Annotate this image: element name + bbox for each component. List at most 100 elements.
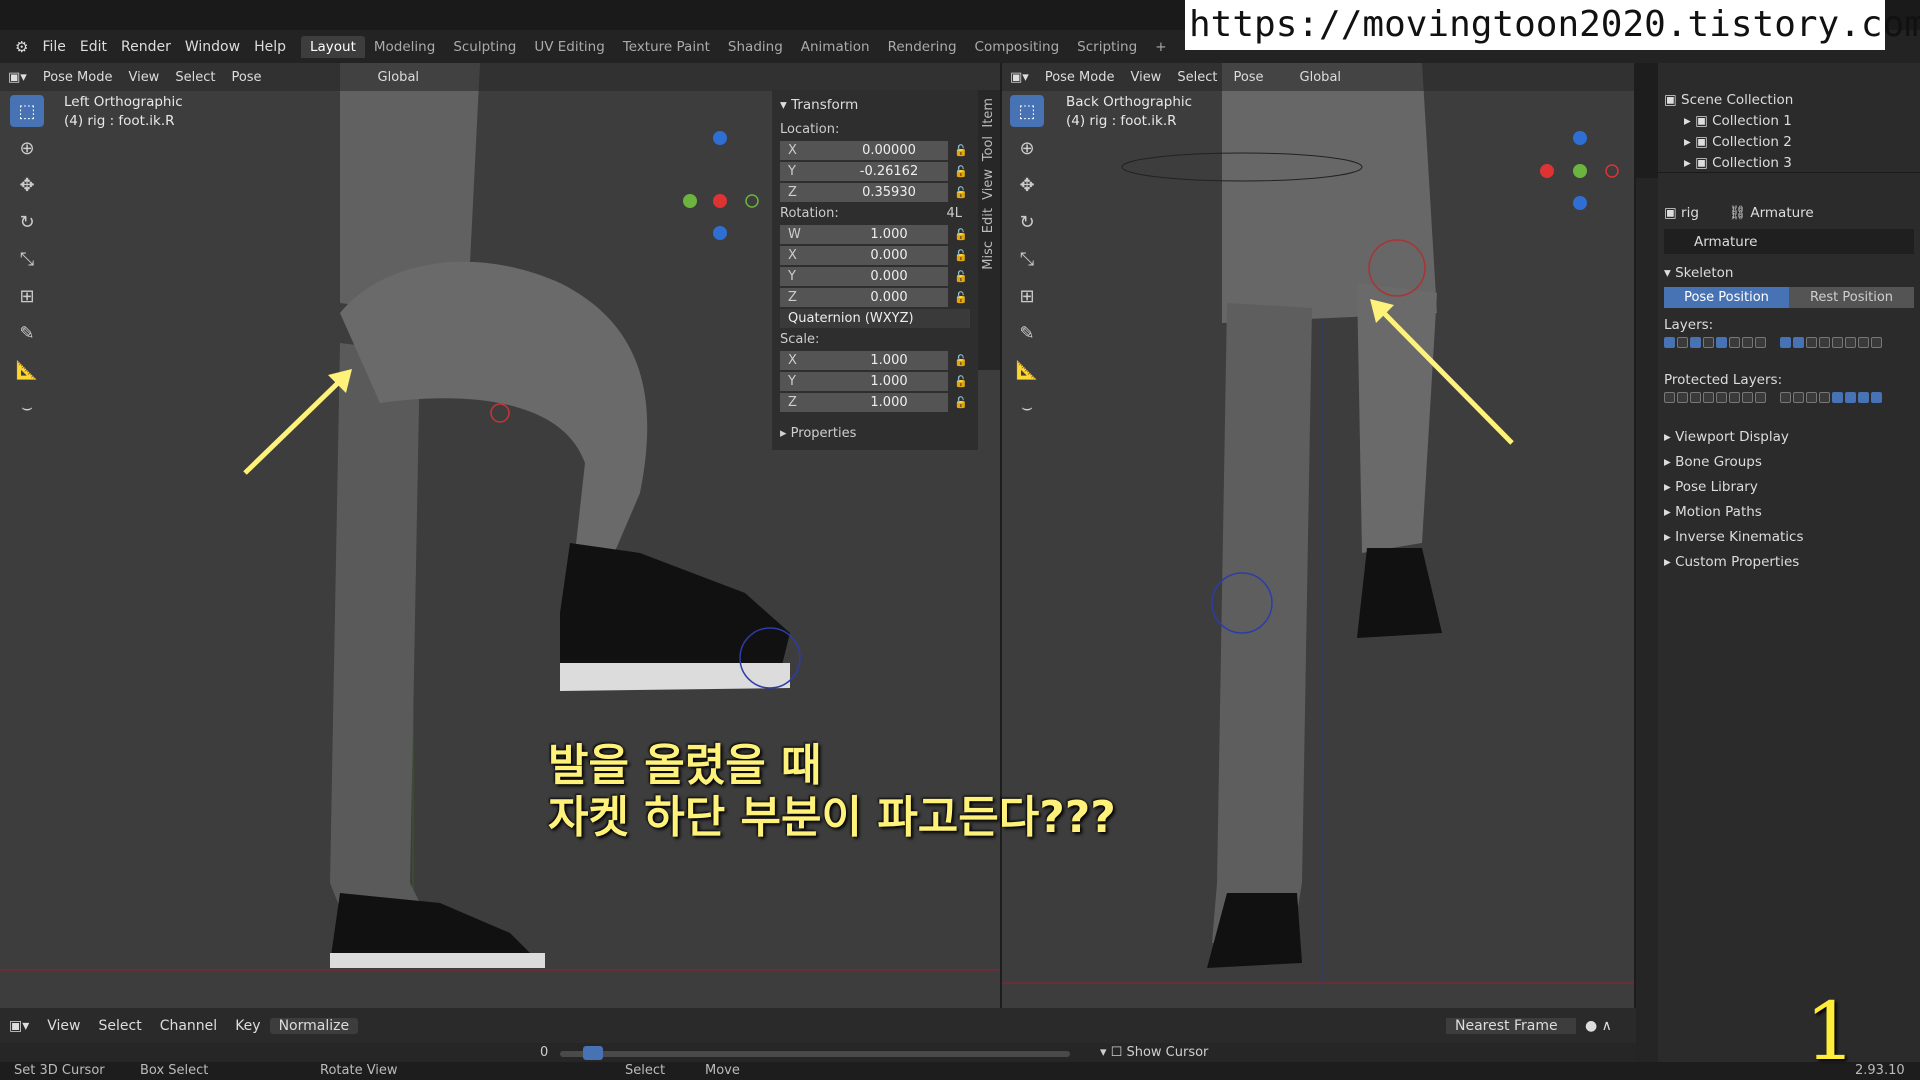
datablock-field[interactable]: Armature bbox=[1664, 229, 1914, 254]
select-menu[interactable]: Select bbox=[1169, 70, 1225, 85]
tab-item[interactable]: Item bbox=[981, 98, 996, 128]
scene-collection[interactable]: ▣ Scene Collection bbox=[1664, 89, 1914, 110]
panel-custom-properties[interactable]: ▸ Custom Properties bbox=[1664, 549, 1914, 574]
menu-window[interactable]: Window bbox=[178, 39, 247, 55]
rotation-w-field[interactable]: W 1.000 bbox=[780, 225, 948, 244]
timeline-select-menu[interactable]: Select bbox=[90, 1018, 151, 1034]
rotation-z-field[interactable]: Z 0.000 bbox=[780, 288, 948, 307]
orientation-dropdown[interactable]: Global bbox=[370, 70, 427, 85]
right-viewport[interactable]: ▣▾ Pose Mode View Select Pose Global Bac… bbox=[1002, 63, 1634, 1008]
transform-header[interactable]: ▾ Transform bbox=[780, 94, 970, 115]
pose-menu[interactable]: Pose bbox=[223, 70, 269, 85]
tab-misc[interactable]: Misc bbox=[981, 241, 996, 270]
pose-tool-icon[interactable]: ⌣ bbox=[10, 391, 44, 423]
protected-layers-grid[interactable] bbox=[1664, 392, 1914, 424]
timeline-extra-icons[interactable]: ● ∧ bbox=[1576, 1018, 1636, 1034]
view-menu[interactable]: View bbox=[1122, 70, 1169, 85]
tab-texture-paint[interactable]: Texture Paint bbox=[614, 36, 719, 58]
cursor-icon[interactable]: ⊕ bbox=[10, 132, 44, 164]
select-menu[interactable]: Select bbox=[167, 70, 223, 85]
normalize-toggle[interactable]: Normalize bbox=[269, 1017, 359, 1034]
pose-tool-icon[interactable]: ⌣ bbox=[1010, 391, 1044, 423]
outliner-item[interactable]: ▸ ▣ Collection 3 bbox=[1664, 152, 1914, 173]
outliner-item[interactable]: ▸ ▣ Collection 1 bbox=[1664, 110, 1914, 131]
tab-animation[interactable]: Animation bbox=[792, 36, 879, 58]
tab-compositing[interactable]: Compositing bbox=[966, 36, 1069, 58]
annotate-icon[interactable]: ✎ bbox=[10, 317, 44, 349]
view-menu[interactable]: View bbox=[120, 70, 167, 85]
lock-icon[interactable]: 🔓 bbox=[954, 291, 970, 304]
lock-icon[interactable]: 🔓 bbox=[954, 228, 970, 241]
pose-menu[interactable]: Pose bbox=[1225, 70, 1271, 85]
add-workspace-button[interactable]: + bbox=[1146, 36, 1175, 58]
scale-x-field[interactable]: X 1.000 bbox=[780, 351, 948, 370]
lock-icon[interactable]: 🔓 bbox=[954, 354, 970, 367]
transform-icon[interactable]: ⊞ bbox=[1010, 280, 1044, 312]
rotation-y-field[interactable]: Y 0.000 bbox=[780, 267, 948, 286]
pose-position-button[interactable]: Pose Position bbox=[1664, 287, 1789, 308]
scale-icon[interactable]: ⤡ bbox=[10, 243, 44, 275]
blender-logo-icon[interactable]: ⚙ bbox=[8, 38, 35, 56]
show-cursor-checkbox[interactable]: ▾ ☐ Show Cursor bbox=[1100, 1045, 1208, 1060]
lock-icon[interactable]: 🔓 bbox=[954, 144, 970, 157]
editor-type-icon[interactable]: ▣▾ bbox=[1002, 70, 1037, 85]
lock-icon[interactable]: 🔓 bbox=[954, 165, 970, 178]
panel-viewport-display[interactable]: ▸ Viewport Display bbox=[1664, 424, 1914, 449]
move-icon[interactable]: ✥ bbox=[1010, 169, 1044, 201]
tab-view[interactable]: View bbox=[981, 169, 996, 200]
tab-uv-editing[interactable]: UV Editing bbox=[525, 36, 613, 58]
lock-icon[interactable]: 🔓 bbox=[954, 375, 970, 388]
tab-rendering[interactable]: Rendering bbox=[879, 36, 966, 58]
menu-render[interactable]: Render bbox=[114, 39, 178, 55]
rotation-mode-dropdown[interactable]: Quaternion (WXYZ) bbox=[780, 309, 970, 328]
rotate-icon[interactable]: ↻ bbox=[10, 206, 44, 238]
lock-icon[interactable]: 🔓 bbox=[954, 270, 970, 283]
location-x-field[interactable]: X 0.00000 bbox=[780, 141, 948, 160]
timeline-editor-icon[interactable]: ▣▾ bbox=[0, 1018, 38, 1034]
measure-icon[interactable]: 📐 bbox=[1010, 354, 1044, 386]
lock-icon[interactable]: 🔓 bbox=[954, 186, 970, 199]
measure-icon[interactable]: 📐 bbox=[10, 354, 44, 386]
properties-section[interactable]: ▸ Properties bbox=[780, 423, 970, 444]
panel-pose-library[interactable]: ▸ Pose Library bbox=[1664, 474, 1914, 499]
tab-tool[interactable]: Tool bbox=[981, 136, 996, 161]
rest-position-button[interactable]: Rest Position bbox=[1789, 287, 1914, 308]
timeline-view-menu[interactable]: View bbox=[38, 1018, 89, 1034]
transform-icon[interactable]: ⊞ bbox=[10, 280, 44, 312]
panel-inverse-kinematics[interactable]: ▸ Inverse Kinematics bbox=[1664, 524, 1914, 549]
interpolation-dropdown[interactable]: Nearest Frame bbox=[1446, 1017, 1576, 1034]
tab-layout[interactable]: Layout bbox=[300, 35, 365, 58]
layers-grid[interactable] bbox=[1664, 337, 1914, 367]
annotate-icon[interactable]: ✎ bbox=[1010, 317, 1044, 349]
menu-edit[interactable]: Edit bbox=[73, 39, 114, 55]
move-icon[interactable]: ✥ bbox=[10, 169, 44, 201]
editor-type-icon[interactable]: ▣▾ bbox=[0, 70, 35, 85]
scale-y-field[interactable]: Y 1.000 bbox=[780, 372, 948, 391]
menu-help[interactable]: Help bbox=[247, 39, 293, 55]
cursor-icon[interactable]: ⊕ bbox=[1010, 132, 1044, 164]
rotation-mode-short[interactable]: 4L bbox=[946, 206, 962, 221]
tab-sculpting[interactable]: Sculpting bbox=[444, 36, 525, 58]
rotation-x-field[interactable]: X 0.000 bbox=[780, 246, 948, 265]
timeline-channel-menu[interactable]: Channel bbox=[151, 1018, 226, 1034]
tab-modeling[interactable]: Modeling bbox=[365, 36, 444, 58]
panel-bone-groups[interactable]: ▸ Bone Groups bbox=[1664, 449, 1914, 474]
timeline-key-menu[interactable]: Key bbox=[226, 1018, 269, 1034]
mode-selector[interactable]: Pose Mode bbox=[35, 70, 121, 85]
mode-selector[interactable]: Pose Mode bbox=[1037, 70, 1123, 85]
skeleton-panel-header[interactable]: ▾ Skeleton bbox=[1664, 260, 1914, 285]
tab-shading[interactable]: Shading bbox=[719, 36, 792, 58]
tab-edit[interactable]: Edit bbox=[981, 208, 996, 233]
panel-motion-paths[interactable]: ▸ Motion Paths bbox=[1664, 499, 1914, 524]
orientation-dropdown[interactable]: Global bbox=[1292, 70, 1349, 85]
menu-file[interactable]: File bbox=[35, 39, 72, 55]
location-y-field[interactable]: Y -0.26162 bbox=[780, 162, 948, 181]
scrub-track[interactable] bbox=[560, 1051, 1070, 1057]
scale-icon[interactable]: ⤡ bbox=[1010, 243, 1044, 275]
select-box-icon[interactable]: ⬚ bbox=[10, 95, 44, 127]
rotate-icon[interactable]: ↻ bbox=[1010, 206, 1044, 238]
location-z-field[interactable]: Z 0.35930 bbox=[780, 183, 948, 202]
tab-scripting[interactable]: Scripting bbox=[1068, 36, 1146, 58]
select-box-icon[interactable]: ⬚ bbox=[1010, 95, 1044, 127]
outliner-item[interactable]: ▸ ▣ Collection 2 bbox=[1664, 131, 1914, 152]
